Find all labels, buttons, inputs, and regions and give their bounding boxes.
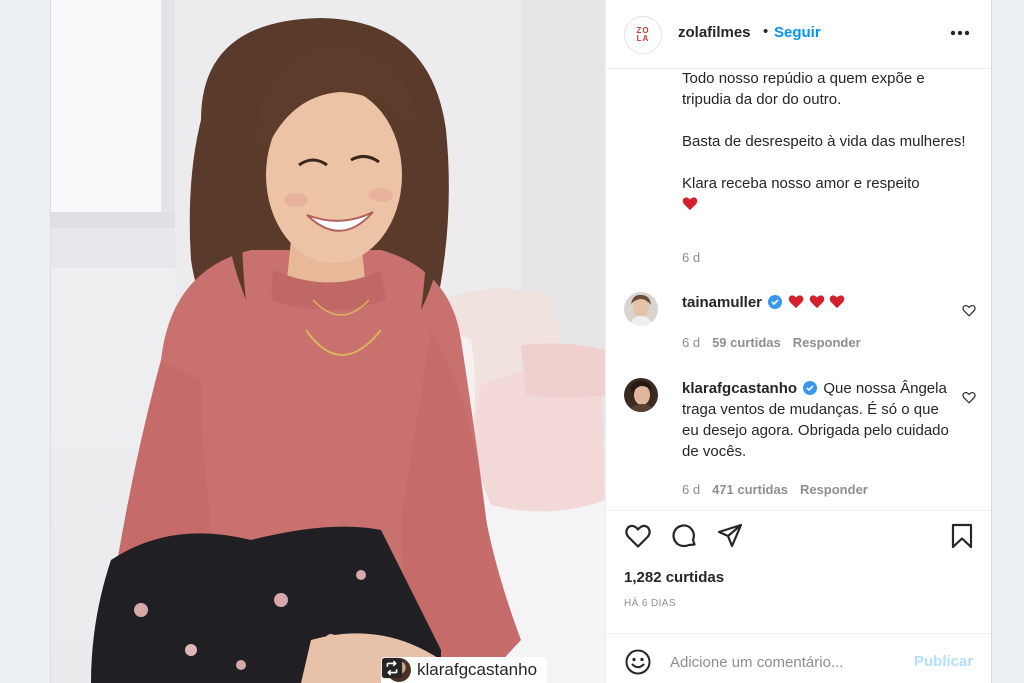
caption-timestamp[interactable]: 6 d	[682, 250, 700, 265]
comment-meta: 6 d 471 curtidas Responder	[682, 482, 868, 497]
follow-button[interactable]: Seguir	[774, 24, 821, 41]
share-icon[interactable]	[716, 522, 744, 550]
post-timestamp[interactable]: HÁ 6 DIAS	[624, 598, 676, 609]
repost-username[interactable]: klarafgcastanho	[417, 660, 537, 680]
caption-paragraph-1: Todo nosso repúdio a quem expõe e tripud…	[682, 70, 925, 108]
comment-username[interactable]: klarafgcastanho	[682, 380, 797, 397]
likes-count[interactable]: 1,282 curtidas	[624, 569, 724, 586]
account-avatar[interactable]: ZO LA	[624, 16, 662, 54]
verified-icon	[768, 295, 783, 309]
like-heart-icon[interactable]	[624, 522, 652, 550]
post-modal: klarafgcastanho ZO LA zolafilmes • Segui…	[50, 0, 992, 683]
comment-username[interactable]: tainamuller	[682, 294, 762, 311]
emoji-icon[interactable]	[624, 648, 652, 676]
logo-text-line-2: LA	[636, 34, 650, 43]
comment-icon[interactable]	[670, 522, 698, 550]
comment-meta: 6 d 59 curtidas Responder	[682, 335, 861, 350]
caption-paragraph-2: Basta de desrespeito à vida das mulheres…	[682, 133, 966, 150]
red-heart-emoji-icon	[829, 295, 845, 309]
comment-likes[interactable]: 59 curtidas	[712, 335, 781, 350]
bookmark-icon[interactable]	[948, 522, 976, 550]
red-heart-emoji-icon	[682, 197, 698, 211]
verified-icon	[803, 381, 818, 395]
divider	[606, 510, 991, 511]
comment-timestamp[interactable]: 6 d	[682, 482, 700, 497]
comment-form: Publicar	[606, 633, 991, 683]
post-caption: Todo nosso repúdio a quem expõe e tripud…	[682, 68, 974, 215]
reply-button[interactable]: Responder	[800, 482, 868, 497]
avatar[interactable]	[624, 292, 658, 326]
caption-paragraph-3-text: Klara receba nosso amor e respeito	[682, 175, 920, 192]
repost-badge[interactable]: klarafgcastanho	[381, 657, 548, 683]
repost-icon	[381, 657, 403, 679]
comment-text: klarafgcastanho Que nossa Ângela traga v…	[682, 378, 952, 462]
comment-timestamp[interactable]: 6 d	[682, 335, 700, 350]
comment-input[interactable]	[670, 650, 900, 674]
publish-button[interactable]: Publicar	[914, 653, 973, 670]
red-heart-emoji-icon	[809, 295, 824, 309]
comment-likes[interactable]: 471 curtidas	[712, 482, 788, 497]
post-username[interactable]: zolafilmes	[678, 24, 751, 41]
post-side-panel: ZO LA zolafilmes • Seguir Todo nosso rep…	[605, 0, 991, 683]
heart-icon[interactable]	[962, 304, 976, 317]
red-heart-emoji-icon	[789, 295, 804, 309]
heart-icon[interactable]	[962, 391, 976, 404]
post-photo[interactable]: klarafgcastanho	[51, 0, 605, 683]
caption-paragraph-3: Klara receba nosso amor e respeito	[682, 173, 974, 215]
comment-text: tainamuller	[682, 292, 952, 313]
more-icon[interactable]	[948, 28, 972, 38]
header-separator: •	[763, 23, 769, 40]
photo-illustration	[51, 0, 605, 683]
post-header: ZO LA zolafilmes • Seguir	[606, 0, 991, 69]
reply-button[interactable]: Responder	[793, 335, 861, 350]
avatar[interactable]	[624, 378, 658, 412]
